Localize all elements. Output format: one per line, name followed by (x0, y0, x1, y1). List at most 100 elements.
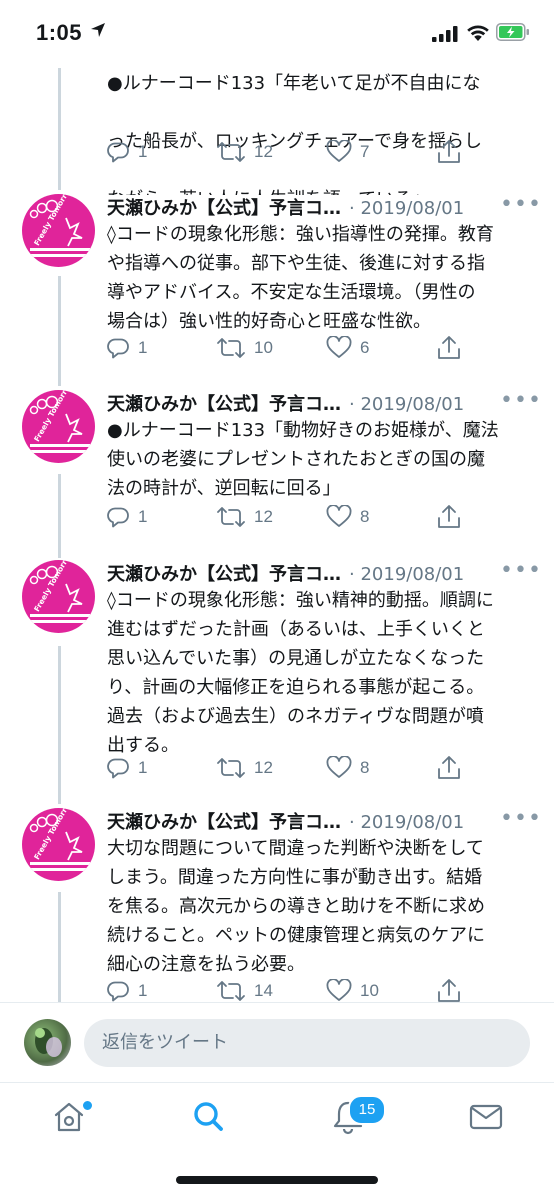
reply-button[interactable]: 1 (106, 333, 147, 363)
retweet-count: 10 (254, 338, 273, 357)
share-icon (438, 336, 460, 359)
svg-text:Freely Tomorrow: Freely Tomorrow (32, 808, 75, 861)
tweet-actions: 1 12 8 (0, 502, 554, 532)
retweet-icon (217, 142, 245, 162)
author-name[interactable]: 天瀬ひみか【公式】予言コ… (107, 394, 341, 415)
reply-button[interactable]: 1 (106, 753, 147, 783)
reply-bar: 返信をツイート (0, 1002, 554, 1083)
retweet-button[interactable]: 12 (216, 753, 273, 783)
mail-icon (469, 1104, 503, 1130)
like-count: 10 (360, 981, 379, 1000)
retweet-icon (217, 981, 245, 1001)
retweet-button[interactable]: 10 (216, 333, 273, 363)
tweet-date[interactable]: 2019/08/01 (360, 564, 464, 585)
tab-messages[interactable] (468, 1099, 504, 1135)
like-button[interactable]: 8 (326, 502, 369, 532)
retweet-count: 12 (254, 758, 273, 777)
share-icon (438, 756, 460, 779)
tab-notifications[interactable]: 15 (330, 1095, 386, 1135)
like-button[interactable]: 7 (326, 137, 369, 167)
share-button[interactable] (437, 333, 461, 363)
tweet-date[interactable]: 2019/08/01 (360, 394, 464, 415)
like-count: 8 (360, 507, 370, 526)
share-button[interactable] (437, 502, 461, 532)
share-icon (438, 505, 460, 528)
reply-count: 1 (138, 338, 148, 357)
like-count: 6 (360, 338, 370, 357)
profile-photo (35, 1028, 62, 1057)
share-button[interactable] (437, 753, 461, 783)
share-icon (438, 140, 460, 163)
tweet-actions: 1 10 6 (0, 333, 554, 363)
tweet-text-line: ●ルナーコード133「年老いて足が不自由にな (107, 73, 481, 94)
svg-text:Freely Tomorrow: Freely Tomorrow (32, 560, 75, 613)
retweet-button[interactable]: 12 (216, 137, 273, 167)
status-time: 1:05 (36, 20, 83, 45)
heart-icon (326, 336, 352, 358)
svg-text:Freely Tomorrow: Freely Tomorrow (32, 194, 75, 247)
tweet-actions: 1 12 8 (0, 753, 554, 783)
tweet-actions: 1 12 7 (0, 137, 554, 167)
retweet-count: 12 (254, 507, 273, 526)
tweet-text: ◊コードの現象化形態：強い指導性の発揮。教育 や指導への従事。部下や生徒、後進に… (107, 224, 494, 332)
retweet-icon (217, 507, 245, 527)
my-avatar[interactable] (24, 1019, 71, 1066)
retweet-icon (217, 338, 245, 358)
heart-icon (326, 505, 352, 527)
reply-button[interactable]: 1 (106, 502, 147, 532)
heart-icon (326, 979, 352, 1001)
share-button[interactable] (437, 137, 461, 167)
reply-count: 1 (138, 507, 148, 526)
tab-search[interactable] (190, 1099, 226, 1135)
like-button[interactable]: 8 (326, 753, 369, 783)
author-avatar[interactable]: Freely Tomorrow (22, 194, 95, 267)
reply-count: 1 (138, 758, 148, 777)
thread-connector (58, 276, 61, 386)
share-icon (438, 979, 460, 1002)
reply-icon (107, 758, 129, 779)
reply-button[interactable]: 1 (106, 137, 147, 167)
status-bar: 1:05 (0, 0, 554, 68)
wifi-icon (467, 25, 489, 41)
reply-input[interactable]: 返信をツイート (84, 1019, 530, 1067)
retweet-count: 12 (254, 142, 273, 161)
tweet-date[interactable]: 2019/08/01 (360, 198, 464, 219)
reply-icon (107, 507, 129, 528)
search-icon (194, 1102, 223, 1131)
svg-text:Freely Tomorrow: Freely Tomorrow (32, 390, 75, 443)
like-button[interactable]: 6 (326, 333, 369, 363)
author-name[interactable]: 天瀬ひみか【公式】予言コ… (107, 198, 341, 219)
notifications-badge: 15 (348, 1095, 386, 1125)
location-arrow-icon (91, 23, 105, 37)
tweet-date[interactable]: 2019/08/01 (360, 812, 464, 833)
author-avatar[interactable]: Freely Tomorrow (22, 560, 95, 633)
tab-home[interactable] (51, 1099, 94, 1135)
freely-tomorrow-logo: Freely Tomorrow (29, 560, 90, 623)
retweet-count: 14 (254, 981, 273, 1000)
reply-icon (107, 981, 129, 1002)
author-name[interactable]: 天瀬ひみか【公式】予言コ… (107, 564, 341, 585)
freely-tomorrow-logo: Freely Tomorrow (29, 390, 90, 453)
freely-tomorrow-logo: Freely Tomorrow (29, 808, 90, 871)
author-avatar[interactable]: Freely Tomorrow (22, 390, 95, 463)
heart-icon (326, 140, 352, 162)
tweet-text: 大切な問題について間違った判断や決断をして しまう。間違った方向性に事が動き出す… (107, 838, 485, 975)
heart-icon (326, 756, 352, 778)
new-content-dot (81, 1099, 94, 1112)
author-name[interactable]: 天瀬ひみか【公式】予言コ… (107, 812, 341, 833)
reply-count: 1 (138, 142, 148, 161)
author-avatar[interactable]: Freely Tomorrow (22, 808, 95, 881)
reply-count: 1 (138, 981, 148, 1000)
reply-icon (107, 338, 129, 359)
tweet-text: ●ルナーコード133「動物好きのお姫様が、魔法 使いの老婆にプレゼントされたおと… (107, 420, 499, 499)
retweet-button[interactable]: 12 (216, 502, 273, 532)
like-count: 8 (360, 758, 370, 777)
freely-tomorrow-logo: Freely Tomorrow (29, 194, 90, 257)
cellular-signal-icon (432, 26, 458, 42)
tweet-text: ◊コードの現象化形態：強い精神的動揺。順調に 進むはずだった計画（あるいは、上手… (107, 590, 494, 756)
retweet-icon (217, 758, 245, 778)
reply-icon (107, 142, 129, 163)
home-indicator[interactable] (176, 1176, 378, 1184)
battery-charging-icon (496, 23, 529, 41)
like-count: 7 (360, 142, 370, 161)
